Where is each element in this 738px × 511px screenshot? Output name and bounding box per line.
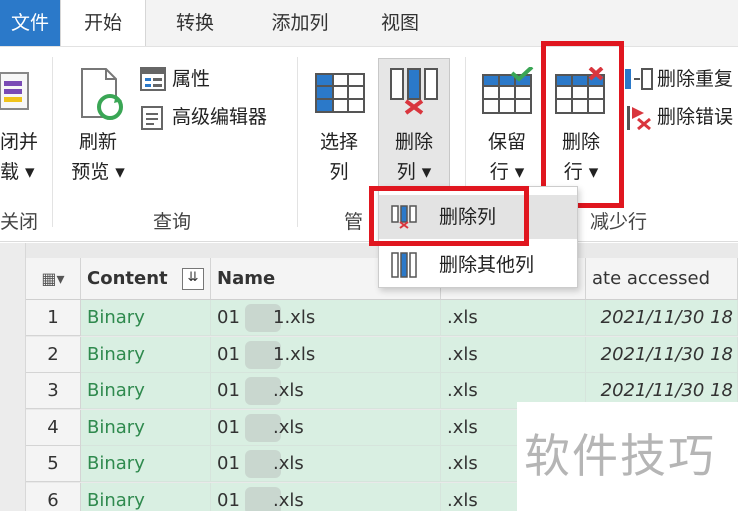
column-header-name-label: Name	[217, 268, 276, 289]
highlight-remove-columns-item	[369, 186, 529, 246]
properties-icon	[140, 67, 166, 91]
remove-duplicates-button[interactable]: 删除重复	[657, 67, 733, 91]
row-index[interactable]: 5	[26, 446, 81, 482]
cell-content[interactable]: Binary	[81, 446, 211, 482]
keep-rows-line1: 保留	[487, 131, 526, 153]
group-manage-label: 管	[344, 211, 364, 233]
watermark-text: 软件技巧	[524, 429, 716, 483]
remove-columns-icon	[389, 67, 439, 115]
cell-date-accessed[interactable]: 2021/11/30 18	[586, 300, 738, 336]
queries-pane-collapsed[interactable]	[0, 243, 26, 511]
cell-content[interactable]: Binary	[81, 336, 211, 373]
group-divider	[52, 57, 53, 227]
ribbon-tab-bar: 文件 开始 转换 添加列 视图	[0, 0, 738, 46]
cell-name-prefix: 01	[217, 489, 240, 511]
cell-name-prefix: 01	[217, 343, 240, 365]
cell-name[interactable]: 01 .xls	[211, 373, 441, 409]
tab-transform[interactable]: 转换	[160, 0, 230, 46]
cell-extension[interactable]: .xls	[441, 300, 586, 336]
cell-name-prefix: 01	[217, 380, 240, 401]
menu-item-remove-other-columns[interactable]: 删除其他列	[379, 243, 577, 287]
cell-name-suffix: .xls	[273, 416, 304, 438]
choose-columns-line1: 选择	[319, 131, 358, 153]
expand-binary-icon[interactable]: ⇊	[182, 268, 204, 290]
cell-extension[interactable]: .xls	[441, 336, 586, 373]
properties-button[interactable]: 属性	[172, 67, 210, 91]
tab-add-column[interactable]: 添加列	[255, 0, 345, 46]
cell-name[interactable]: 01 .xls	[211, 409, 441, 446]
column-header-date-accessed[interactable]: ate accessed	[586, 258, 738, 300]
refresh-preview-line2: 预览 ▾	[71, 161, 125, 183]
remove-errors-icon	[624, 105, 654, 131]
choose-columns-icon	[315, 73, 365, 113]
remove-columns-label: 删除 列 ▾	[378, 127, 450, 187]
remove-errors-button[interactable]: 删除错误	[657, 105, 733, 129]
cell-name-prefix: 01	[217, 416, 240, 438]
column-header-content[interactable]: Content ⇊	[81, 258, 211, 300]
row-index[interactable]: 2	[26, 336, 81, 373]
row-index[interactable]: 3	[26, 373, 81, 409]
group-query-label: 查询	[153, 211, 192, 233]
close-load-line1: 闭并	[0, 131, 39, 153]
table-menu-header[interactable]: ▦▾	[26, 258, 81, 300]
group-close-label: 关闭	[0, 211, 39, 233]
row-index[interactable]: 4	[26, 409, 81, 446]
highlight-remove-rows	[541, 41, 624, 208]
remove-duplicates-icon	[624, 67, 654, 91]
refresh-preview-button[interactable]: 刷新 预览 ▾	[66, 127, 130, 187]
cell-content[interactable]: Binary	[81, 373, 211, 409]
cell-content[interactable]: Binary	[81, 300, 211, 336]
remove-columns-line2: 列 ▾	[396, 161, 432, 183]
cell-name-suffix: .xls	[273, 453, 304, 474]
table-row[interactable]: 1 Binary 01 1.xls .xls 2021/11/30 18	[26, 300, 738, 336]
remove-other-columns-icon	[391, 251, 417, 283]
keep-rows-icon	[482, 65, 534, 115]
cell-name-suffix: .xls	[273, 380, 304, 401]
tab-view[interactable]: 视图	[370, 0, 430, 46]
table-icon: ▦▾	[41, 269, 65, 288]
refresh-preview-line1: 刷新	[78, 131, 117, 153]
cell-name-prefix: 01	[217, 453, 240, 474]
cell-date-accessed[interactable]: 2021/11/30 18	[586, 336, 738, 373]
keep-rows-button[interactable]: 保留 行 ▾	[474, 127, 540, 187]
advanced-editor-button[interactable]: 高级编辑器	[172, 105, 267, 129]
refresh-preview-icon[interactable]	[78, 67, 126, 123]
tab-home[interactable]: 开始	[60, 0, 146, 46]
cell-content[interactable]: Binary	[81, 482, 211, 511]
group-divider	[297, 57, 298, 227]
close-load-icon[interactable]	[0, 69, 34, 113]
group-reduce-rows-label: 减少行	[590, 211, 648, 233]
choose-columns-line2: 列	[329, 161, 349, 183]
row-index[interactable]: 6	[26, 482, 81, 511]
cell-content[interactable]: Binary	[81, 409, 211, 446]
menu-item-remove-other-columns-label: 删除其他列	[439, 254, 535, 276]
cell-name[interactable]: 01 1.xls	[211, 300, 441, 336]
close-load-line2: 载 ▾	[0, 161, 35, 183]
column-header-content-label: Content	[87, 268, 168, 289]
cell-name-suffix: 1.xls	[273, 307, 316, 328]
remove-columns-line1: 删除	[394, 131, 433, 153]
cell-name-suffix: 1.xls	[273, 343, 316, 365]
cell-name[interactable]: 01 .xls	[211, 446, 441, 482]
row-index[interactable]: 1	[26, 300, 81, 336]
tab-file[interactable]: 文件	[0, 0, 60, 46]
cell-name[interactable]: 01 1.xls	[211, 336, 441, 373]
cell-name-prefix: 01	[217, 307, 240, 328]
choose-columns-button[interactable]: 选择 列	[306, 127, 372, 187]
table-row[interactable]: 2 Binary 01 1.xls .xls 2021/11/30 18	[26, 336, 738, 373]
keep-rows-line2: 行 ▾	[489, 161, 525, 183]
column-header-date-accessed-label: ate accessed	[592, 268, 711, 289]
cell-name-suffix: .xls	[273, 489, 304, 511]
cell-name[interactable]: 01 .xls	[211, 482, 441, 511]
advanced-editor-icon	[140, 105, 166, 131]
close-load-button[interactable]: 闭并 载 ▾	[0, 127, 44, 187]
